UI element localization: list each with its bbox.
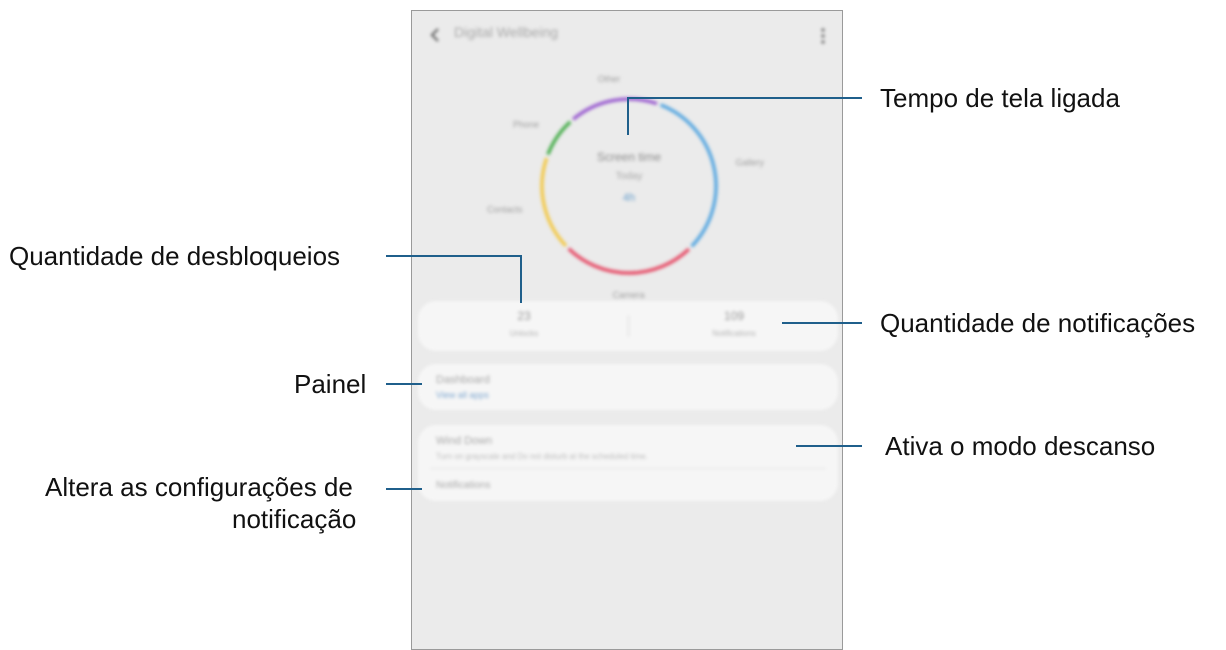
notifications-settings-item[interactable]: Notifications — [436, 480, 490, 491]
ring-label-gallery: Gallery — [735, 158, 764, 168]
ring-segment-camera[interactable] — [567, 247, 691, 275]
phone-screen: Digital Wellbeing Screen time Today 4h G… — [411, 10, 843, 650]
ring-segment-gallery[interactable] — [659, 103, 718, 248]
callout-wind-down: Ativa o modo descanso — [885, 431, 1156, 461]
unlocks-stat[interactable]: 23 Unlocks — [464, 309, 584, 338]
ring-segment-phone[interactable] — [546, 120, 572, 156]
callout-notif-settings-line1: Altera as configurações de — [45, 472, 353, 502]
wind-down-title[interactable]: Wind Down — [436, 435, 492, 447]
callout-screen-time: Tempo de tela ligada — [880, 83, 1120, 113]
ring-label-camera: Camera — [613, 290, 645, 300]
stats-divider — [628, 315, 629, 337]
notifications-label: Notifications — [712, 329, 756, 338]
wind-down-description: Turn on grayscale and Do not disturb at … — [436, 452, 648, 461]
wind-down-card: Wind Down Turn on grayscale and Do not d… — [418, 425, 838, 501]
notifications-stat[interactable]: 109 Notifications — [674, 309, 794, 338]
center-value: 4h — [623, 192, 635, 204]
unlocks-label: Unlocks — [509, 329, 539, 338]
stats-card: 23 Unlocks 109 Notifications — [418, 301, 838, 351]
ring-label-phone: Phone — [513, 119, 539, 129]
ring-label-other: Other — [598, 74, 621, 84]
ring-segment-other[interactable] — [572, 97, 658, 121]
unlocks-count: 23 — [517, 309, 531, 323]
callout-unlocks: Quantidade de desbloqueios — [9, 241, 341, 271]
notifications-count: 109 — [723, 309, 745, 323]
wind-down-separator — [430, 468, 826, 469]
ring-label-contacts: Contacts — [487, 204, 523, 214]
callout-notifications: Quantidade de notificações — [880, 308, 1196, 338]
dashboard-title: Dashboard — [436, 374, 490, 386]
usage-ring-chart[interactable]: Screen time Today 4h Gallery Camera Contac… — [412, 11, 843, 301]
callout-dashboard: Painel — [294, 369, 367, 399]
dashboard-link[interactable]: View all apps — [436, 390, 489, 400]
dashboard-card[interactable]: Dashboard View all apps — [418, 364, 838, 410]
center-line-1: Screen time — [597, 150, 661, 164]
ring-segment-contacts[interactable] — [540, 157, 568, 248]
center-line-2: Today — [616, 171, 643, 182]
callout-notif-settings-line2: notificação — [232, 504, 357, 534]
